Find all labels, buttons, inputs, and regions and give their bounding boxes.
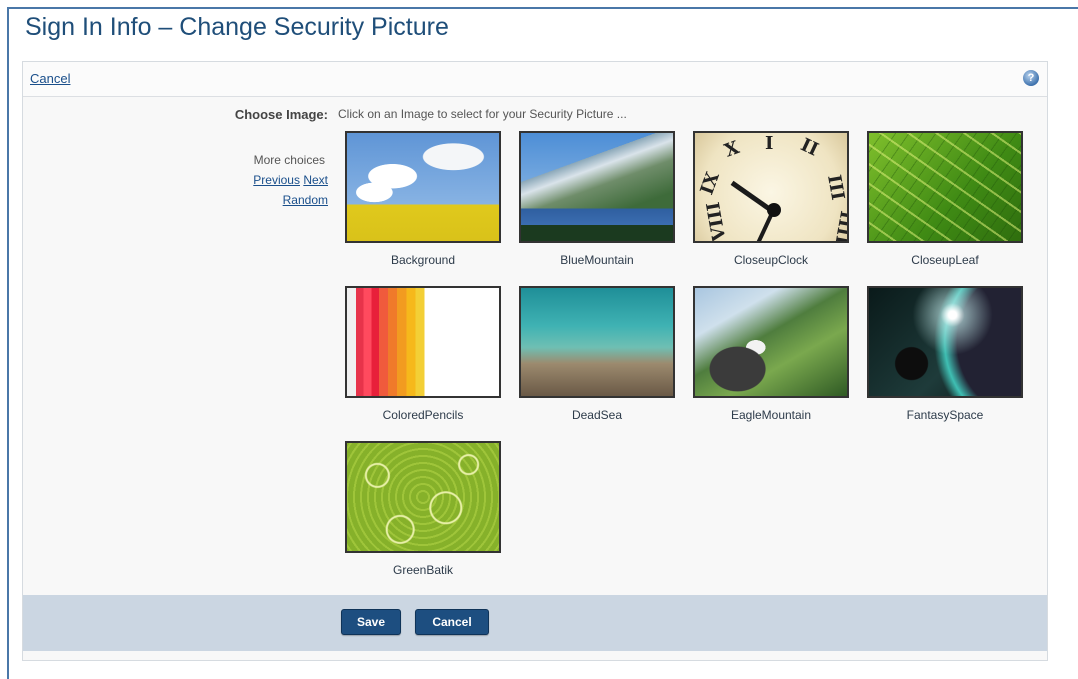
action-bar: Save Cancel [23, 595, 1047, 651]
closeupleaf-thumbnail[interactable] [867, 131, 1023, 243]
choose-image-label: Choose Image: [234, 107, 328, 122]
bluemountain-thumbnail[interactable] [519, 131, 675, 243]
image-tile-greenbatik[interactable]: GreenBatik [345, 441, 501, 577]
page-title: Sign In Info – Change Security Picture [25, 13, 449, 41]
greenbatik-thumbnail[interactable] [345, 441, 501, 553]
image-caption: Background [390, 253, 456, 267]
image-tile-eaglemountain[interactable]: EagleMountain [693, 286, 849, 422]
image-tile-background[interactable]: Background [345, 131, 501, 267]
random-link[interactable]: Random [283, 193, 328, 207]
background-thumbnail[interactable] [345, 131, 501, 243]
image-caption: EagleMountain [730, 408, 812, 422]
eaglemountain-thumbnail[interactable] [693, 286, 849, 398]
image-caption: ColoredPencils [382, 408, 464, 422]
image-tile-bluemountain[interactable]: BlueMountain [519, 131, 675, 267]
image-tile-deadsea[interactable]: DeadSea [519, 286, 675, 422]
next-link[interactable]: Next [303, 173, 328, 187]
image-caption: CloseupLeaf [911, 253, 979, 267]
image-tile-closeupclock[interactable]: X I II IX III VIII IIII CloseupClock [693, 131, 849, 267]
help-icon[interactable]: ? [1023, 70, 1039, 86]
more-choices-label: More choices [253, 153, 325, 167]
coloredpencils-thumbnail[interactable] [345, 286, 501, 398]
deadsea-thumbnail[interactable] [519, 286, 675, 398]
image-tile-coloredpencils[interactable]: ColoredPencils [345, 286, 501, 422]
closeupclock-thumbnail[interactable]: X I II IX III VIII IIII [693, 131, 849, 243]
save-button[interactable]: Save [341, 609, 401, 635]
image-caption: FantasySpace [906, 408, 984, 422]
cancel-button[interactable]: Cancel [415, 609, 489, 635]
image-tile-fantasyspace[interactable]: FantasySpace [867, 286, 1023, 422]
image-tile-closeupleaf[interactable]: CloseupLeaf [867, 131, 1023, 267]
image-caption: DeadSea [571, 408, 623, 422]
cancel-link[interactable]: Cancel [30, 71, 70, 86]
choose-image-instruction: Click on an Image to select for your Sec… [338, 107, 627, 121]
panel-toolbar: Cancel ? [23, 62, 1047, 97]
more-choices-nav: More choices Previous Next Random [253, 150, 328, 210]
image-caption: BlueMountain [560, 253, 634, 267]
image-caption: GreenBatik [392, 563, 454, 577]
fantasyspace-thumbnail[interactable] [867, 286, 1023, 398]
security-picture-panel: Cancel ? Choose Image: Click on an Image… [22, 61, 1048, 661]
image-caption: CloseupClock [733, 253, 809, 267]
previous-link[interactable]: Previous [253, 173, 300, 187]
